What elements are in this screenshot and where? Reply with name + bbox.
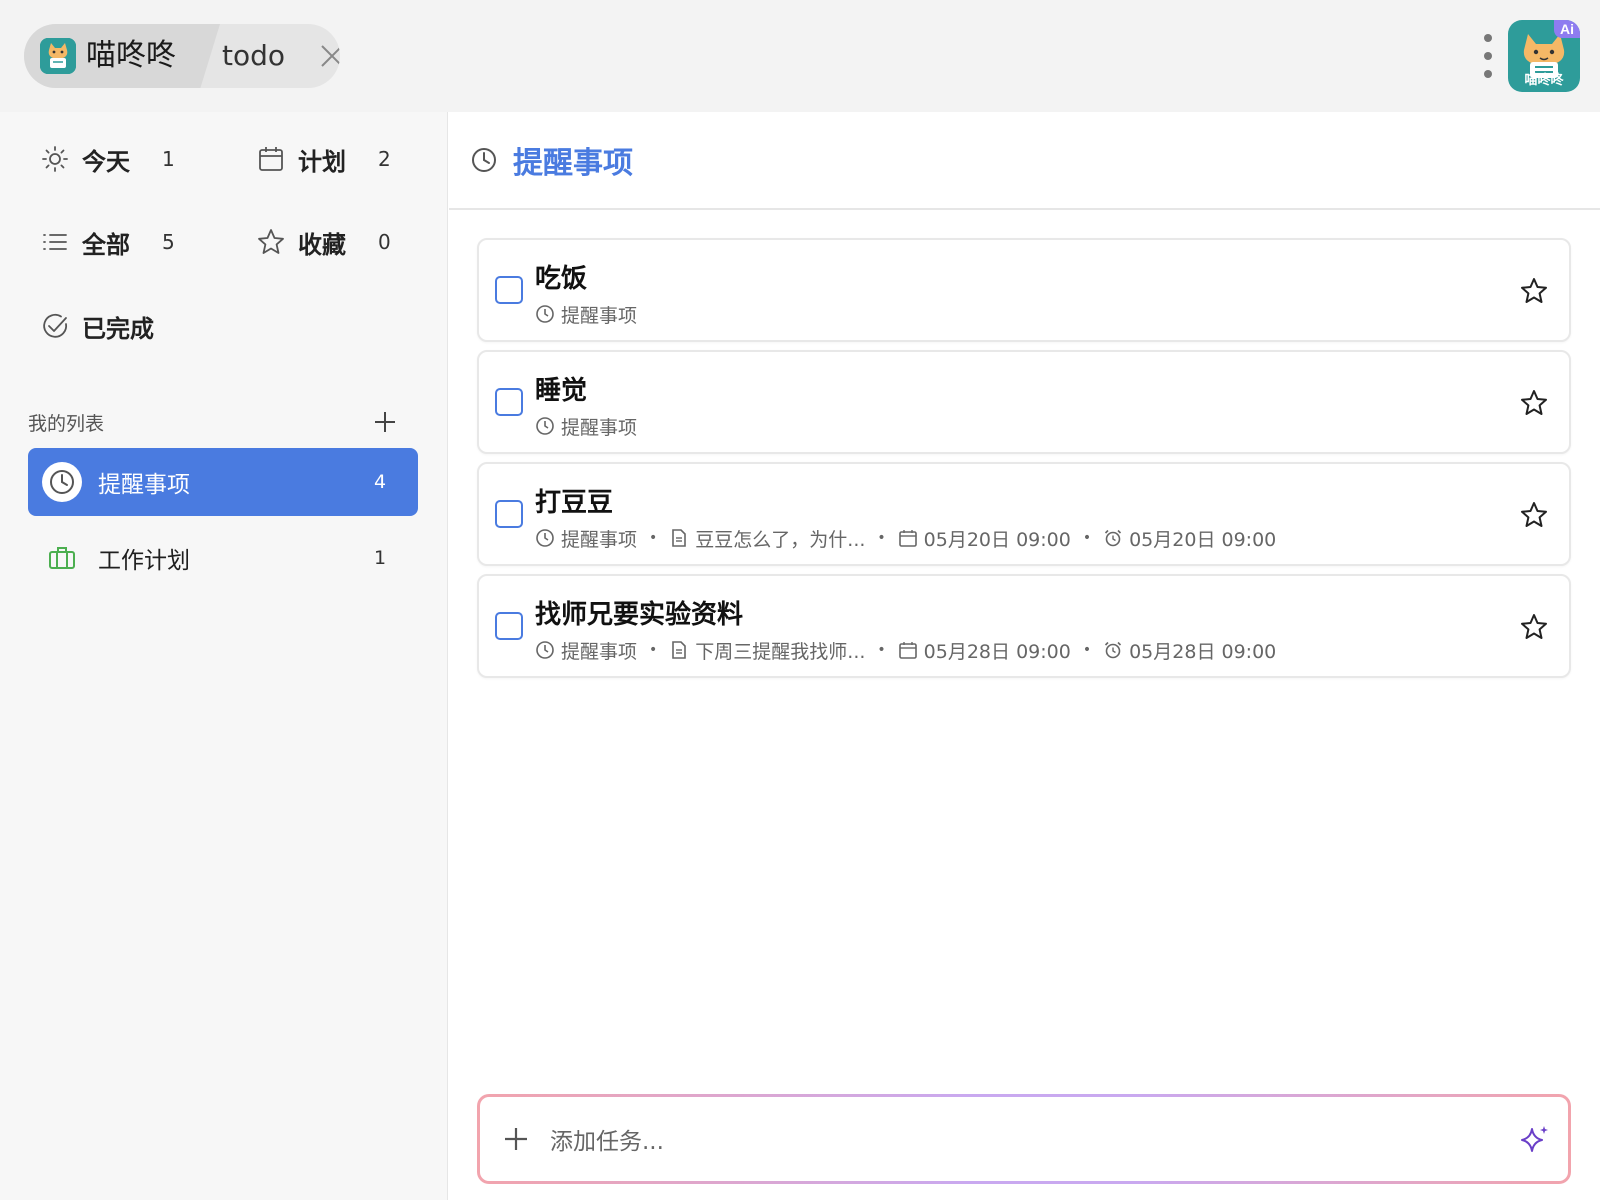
star-icon[interactable] (1519, 276, 1549, 306)
clock-icon (42, 462, 82, 502)
task-meta: 提醒事项 (535, 412, 637, 440)
smart-list-label: 计划 (298, 147, 346, 176)
task-title: 睡觉 (535, 376, 588, 406)
more-menu-icon[interactable] (1482, 32, 1494, 80)
ai-assistant-button[interactable]: Ai 喵咚咚 (1508, 20, 1580, 92)
smart-list-all[interactable]: 全部 5 (40, 220, 175, 264)
task-checkbox[interactable] (495, 388, 523, 416)
task-due-date: 05月28日 09:00 (923, 640, 1071, 663)
task-due-date: 05月20日 09:00 (923, 528, 1071, 551)
list-item-count: 1 (374, 547, 387, 569)
calendar-icon (898, 642, 917, 659)
smart-list-planned[interactable]: 计划 2 (256, 137, 391, 181)
list-icon (43, 234, 67, 250)
star-icon[interactable] (1519, 612, 1549, 642)
smart-list-count: 1 (162, 147, 175, 171)
task-checkbox[interactable] (495, 500, 523, 528)
ai-logo-text: 喵咚咚 (1524, 73, 1564, 88)
calendar-icon (898, 530, 917, 547)
add-list-icon[interactable] (372, 409, 398, 435)
task-meta: 提醒事项 • 豆豆怎么了，为什... • 05月20日 09:00 • 05月2… (535, 524, 1276, 552)
sun-icon (42, 146, 68, 172)
smart-list-completed[interactable]: 已完成 (40, 304, 162, 348)
meta-separator: • (649, 530, 658, 546)
smart-list-label: 今天 (82, 147, 130, 176)
meta-separator: • (1082, 530, 1092, 546)
task-list-name: 提醒事项 (561, 416, 638, 439)
star-icon[interactable] (1519, 388, 1549, 418)
add-task-input-wrap[interactable]: 添加任务... (480, 1097, 1568, 1181)
task-title: 打豆豆 (535, 488, 614, 518)
task-item[interactable]: 吃饭 提醒事项 (477, 238, 1571, 342)
app-title[interactable]: 喵咚咚 (86, 36, 176, 76)
list-item-reminders[interactable]: 提醒事项 4 (28, 448, 418, 516)
ai-sparkle-icon[interactable] (1518, 1123, 1552, 1157)
task-note: 豆豆怎么了，为什... (695, 528, 866, 551)
meta-separator: • (1082, 642, 1092, 658)
star-icon (258, 229, 284, 254)
smart-list-label: 全部 (82, 230, 130, 259)
task-item[interactable]: 打豆豆 提醒事项 • 豆豆怎么了，为什... • 05月20日 09:00 • … (477, 462, 1571, 566)
smart-list-count: 0 (378, 230, 391, 254)
task-reminder: 05月20日 09:00 (1129, 528, 1277, 551)
task-list-name: 提醒事项 (561, 640, 638, 663)
ai-badge: Ai (1554, 20, 1580, 38)
note-icon (672, 641, 687, 659)
task-note: 下周三提醒我找师... (695, 640, 866, 663)
my-lists-title: 我的列表 (28, 412, 105, 435)
add-task-bar[interactable]: 添加任务... (477, 1094, 1571, 1184)
sidebar: 今天 1 计划 2 全部 5 收藏 0 已完成 我的列表 提醒事项 4 工作计划… (0, 112, 448, 1200)
meta-separator: • (649, 642, 658, 658)
briefcase-icon (42, 538, 82, 578)
list-header: 提醒事项 (449, 112, 1600, 210)
add-task-input[interactable]: 添加任务... (550, 1122, 664, 1156)
list-item-label: 工作计划 (98, 548, 190, 574)
alarm-icon (1105, 529, 1122, 547)
task-meta: 提醒事项 • 下周三提醒我找师... • 05月28日 09:00 • 05月2… (535, 636, 1276, 664)
my-lists-header: 我的列表 (28, 402, 398, 442)
title-bar: 喵咚咚 todo Ai 喵咚咚 (0, 0, 1600, 112)
page-title: 提醒事项 (513, 146, 633, 181)
task-item[interactable]: 找师兄要实验资料 提醒事项 • 下周三提醒我找师... • 05月28日 09:… (477, 574, 1571, 678)
alarm-icon (1105, 641, 1122, 659)
task-item[interactable]: 睡觉 提醒事项 (477, 350, 1571, 454)
task-checkbox[interactable] (495, 276, 523, 304)
tab-strip: 喵咚咚 todo (24, 24, 340, 88)
note-icon (672, 529, 687, 547)
task-list-name: 提醒事项 (561, 528, 638, 551)
clock-icon (536, 641, 554, 659)
tab-todo[interactable]: todo (222, 36, 285, 76)
task-title: 找师兄要实验资料 (535, 600, 744, 630)
task-reminder: 05月28日 09:00 (1129, 640, 1277, 663)
smart-list-count: 2 (378, 147, 391, 171)
clock-icon (536, 417, 554, 435)
task-title: 吃饭 (535, 264, 588, 294)
star-icon[interactable] (1519, 500, 1549, 530)
smart-list-starred[interactable]: 收藏 0 (256, 220, 391, 264)
calendar-icon (259, 147, 283, 171)
smart-list-today[interactable]: 今天 1 (40, 137, 175, 181)
list-item-count: 4 (374, 471, 387, 493)
list-item-work-plan[interactable]: 工作计划 1 (28, 524, 418, 592)
app-logo-icon (40, 38, 76, 74)
smart-list-label: 收藏 (298, 230, 346, 259)
clock-icon (472, 148, 496, 172)
meta-separator: • (877, 530, 886, 546)
task-list-name: 提醒事项 (561, 304, 638, 327)
clock-icon (536, 305, 554, 323)
smart-list-count: 5 (162, 230, 175, 254)
plus-icon[interactable] (502, 1125, 530, 1153)
smart-list-label: 已完成 (82, 314, 154, 343)
check-circle-icon (43, 313, 68, 338)
task-meta: 提醒事项 (535, 300, 637, 328)
clock-icon (536, 529, 554, 547)
list-item-label: 提醒事项 (98, 472, 190, 498)
meta-separator: • (877, 642, 886, 658)
close-icon[interactable] (320, 44, 340, 68)
task-checkbox[interactable] (495, 612, 523, 640)
